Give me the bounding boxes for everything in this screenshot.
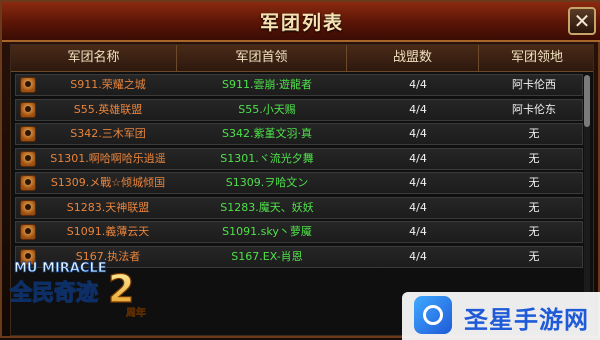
guild-name: S911.荣耀之城 bbox=[70, 78, 146, 91]
guild-badge-icon bbox=[20, 77, 36, 93]
guild-leader: S1091.sky丶萝魇 bbox=[222, 225, 312, 238]
table-row[interactable]: S1283.天神联盟 S1283.魔天、妖妖 4/4 无 bbox=[15, 196, 583, 219]
alliance-count: 4/4 bbox=[409, 176, 427, 189]
guild-badge-icon bbox=[20, 101, 36, 118]
logo-number: 2 bbox=[108, 267, 134, 311]
alliance-count: 4/4 bbox=[409, 200, 427, 214]
alliance-count: 4/4 bbox=[409, 127, 427, 140]
title-bar: 军团列表 ✕ bbox=[2, 2, 600, 42]
column-header-alliances: 战盟数 bbox=[347, 45, 479, 71]
close-button[interactable]: ✕ bbox=[568, 7, 596, 35]
scrollbar-thumb[interactable] bbox=[584, 75, 590, 127]
game-logo: MU MIRACLE 全民奇迹 2 周年 bbox=[8, 261, 146, 320]
guild-list-window: 军团列表 ✕ 军团名称 军团首领 战盟数 军团领地 S911.荣耀之城 S911.… bbox=[0, 0, 600, 340]
logo-main-text: 全民奇迹 bbox=[9, 280, 98, 306]
guild-territory: 无 bbox=[528, 200, 540, 214]
guild-leader: S1309.ヲ哈文ン bbox=[225, 176, 309, 189]
guild-territory: 阿卡伦西 bbox=[512, 78, 556, 91]
table-row[interactable]: S55.英雄联盟 S55.小天赐 4/4 阿卡伦东 bbox=[15, 98, 583, 121]
guild-badge-icon bbox=[20, 126, 36, 142]
watermark-text: 圣星手游网 bbox=[464, 306, 589, 334]
table-row[interactable]: S1091.義薄云天 S1091.sky丶萝魇 4/4 无 bbox=[15, 221, 583, 243]
alliance-count: 4/4 bbox=[409, 102, 427, 116]
guild-leader: S1301.ヾ流光夕舞 bbox=[220, 151, 314, 165]
table-header: 军团名称 军团首领 战盟数 军团领地 bbox=[11, 45, 593, 72]
guild-territory: 无 bbox=[528, 151, 540, 165]
guild-name: S342.三木军团 bbox=[70, 127, 146, 140]
guild-leader: S911.雲崩·遊龍者 bbox=[222, 78, 312, 91]
column-header-name: 军团名称 bbox=[11, 45, 177, 71]
alliance-count: 4/4 bbox=[409, 78, 427, 91]
site-logo-icon bbox=[414, 296, 452, 334]
logo-anniversary-text: 周年 bbox=[126, 306, 146, 319]
alliance-count: 4/4 bbox=[409, 151, 427, 165]
window-title: 军团列表 bbox=[259, 12, 344, 34]
guild-leader: S55.小天赐 bbox=[238, 102, 296, 116]
table-row[interactable]: S1309.メ戰☆倾城倾国 S1309.ヲ哈文ン 4/4 无 bbox=[15, 172, 583, 194]
guild-leader: S342.紫堇文羽·真 bbox=[222, 127, 312, 140]
alliance-count: 4/4 bbox=[409, 249, 427, 263]
guild-territory: 无 bbox=[528, 176, 540, 189]
table-row[interactable]: S1301.啊哈啊哈乐逍遥 S1301.ヾ流光夕舞 4/4 无 bbox=[15, 147, 583, 170]
guild-territory: 阿卡伦东 bbox=[512, 102, 556, 116]
guild-badge-icon bbox=[20, 199, 36, 216]
guild-territory: 无 bbox=[528, 249, 540, 263]
guild-badge-icon bbox=[20, 224, 36, 240]
guild-leader: S1283.魔天、妖妖 bbox=[220, 200, 314, 214]
guild-leader: S167.EX-肖恩 bbox=[231, 249, 303, 263]
logo-top-text: MU MIRACLE bbox=[14, 261, 107, 276]
column-header-leader: 军团首领 bbox=[177, 45, 347, 71]
guild-name: S1309.メ戰☆倾城倾国 bbox=[50, 176, 166, 189]
column-header-territory: 军团领地 bbox=[510, 50, 563, 65]
guild-name: S55.英雄联盟 bbox=[73, 102, 143, 116]
table-row[interactable]: S911.荣耀之城 S911.雲崩·遊龍者 4/4 阿卡伦西 bbox=[15, 74, 583, 96]
guild-badge-icon bbox=[20, 150, 36, 167]
guild-name: S1283.天神联盟 bbox=[66, 200, 150, 214]
guild-name: S1091.義薄云天 bbox=[66, 225, 150, 238]
guild-name: S1301.啊哈啊哈乐逍遥 bbox=[50, 151, 166, 165]
alliance-count: 4/4 bbox=[409, 225, 427, 238]
close-icon: ✕ bbox=[573, 9, 591, 33]
guild-badge-icon bbox=[20, 175, 36, 191]
guild-territory: 无 bbox=[528, 127, 540, 140]
guild-territory: 无 bbox=[528, 225, 540, 238]
table-row[interactable]: S342.三木军团 S342.紫堇文羽·真 4/4 无 bbox=[15, 123, 583, 145]
site-watermark: 圣星手游网 bbox=[402, 292, 600, 340]
